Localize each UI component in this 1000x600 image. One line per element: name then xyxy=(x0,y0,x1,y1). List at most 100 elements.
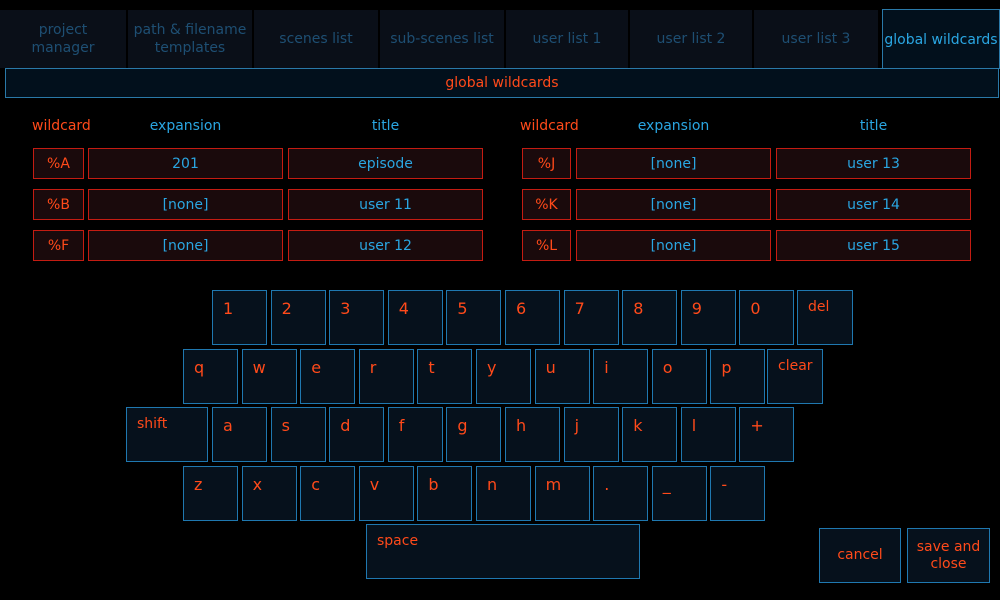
wildcard-expansion-cell[interactable]: [none] xyxy=(576,230,771,261)
tab-label: scenes list xyxy=(279,31,353,47)
key-k[interactable]: k xyxy=(622,407,678,462)
key-3[interactable]: 3 xyxy=(329,290,385,345)
key-w[interactable]: w xyxy=(241,349,297,404)
key-label: e xyxy=(311,358,322,377)
tab-user-list-1[interactable]: user list 1 xyxy=(506,10,628,68)
key-g[interactable]: g xyxy=(446,407,502,462)
key-f[interactable]: f xyxy=(387,407,443,462)
wildcard-key-cell[interactable]: %B xyxy=(33,189,84,220)
key-i[interactable]: i xyxy=(593,349,649,404)
key-q[interactable]: q xyxy=(183,349,238,404)
tab-user-list-2[interactable]: user list 2 xyxy=(630,10,752,68)
key-l[interactable]: l xyxy=(680,407,736,462)
key-label: x xyxy=(252,475,263,494)
tab-bar: project manager path & filename template… xyxy=(0,0,1000,69)
key-label: space xyxy=(377,533,419,549)
key-label: 4 xyxy=(398,299,409,318)
key-v[interactable]: v xyxy=(358,466,414,521)
wildcard-title-cell[interactable]: episode xyxy=(288,148,483,179)
key-m[interactable]: m xyxy=(534,466,590,521)
wildcard-expansion-cell[interactable]: [none] xyxy=(88,230,283,261)
wildcard-title-cell[interactable]: user 13 xyxy=(776,148,971,179)
key-label: del xyxy=(808,299,830,315)
key-label: o xyxy=(662,358,673,377)
space-key[interactable]: space xyxy=(366,524,640,579)
tab-label: user list 1 xyxy=(532,31,602,47)
key-.[interactable]: . xyxy=(593,466,649,521)
key-label: 2 xyxy=(281,299,292,318)
key--[interactable]: - xyxy=(710,466,766,521)
key-b[interactable]: b xyxy=(417,466,473,521)
key-label: h xyxy=(516,416,527,435)
key-label: u xyxy=(545,358,556,377)
key-label: v xyxy=(369,475,380,494)
key-9[interactable]: 9 xyxy=(680,290,736,345)
key-label: k xyxy=(633,416,643,435)
key-d[interactable]: d xyxy=(329,407,385,462)
tab-global-wildcards[interactable]: global wildcards xyxy=(882,9,1000,69)
key-label: j xyxy=(574,416,580,435)
tab-project-manager[interactable]: project manager xyxy=(0,10,126,68)
wildcard-expansion-cell[interactable]: [none] xyxy=(576,189,771,220)
tab-user-list-3[interactable]: user list 3 xyxy=(754,10,878,68)
wildcard-title-cell[interactable]: user 15 xyxy=(776,230,971,261)
key-_[interactable]: _ xyxy=(651,466,707,521)
key-s[interactable]: s xyxy=(270,407,326,462)
wildcard-expansion-cell[interactable]: 201 xyxy=(88,148,283,179)
key-label: w xyxy=(252,358,266,377)
key-6[interactable]: 6 xyxy=(505,290,560,345)
key-x[interactable]: x xyxy=(241,466,297,521)
key-1[interactable]: 1 xyxy=(212,290,267,345)
key-+[interactable]: + xyxy=(739,407,795,462)
shift-key[interactable]: shift xyxy=(126,407,208,462)
tab-path-filename-templates[interactable]: path & filename templates xyxy=(128,10,252,68)
key-7[interactable]: 7 xyxy=(563,290,619,345)
wildcard-title-cell[interactable]: user 12 xyxy=(288,230,483,261)
key-label: 5 xyxy=(457,299,468,318)
key-h[interactable]: h xyxy=(505,407,560,462)
key-n[interactable]: n xyxy=(476,466,531,521)
key-o[interactable]: o xyxy=(651,349,707,404)
wildcard-key-cell[interactable]: %K xyxy=(522,189,571,220)
save-and-close-button[interactable]: save and close xyxy=(907,528,990,583)
key-label: . xyxy=(604,475,610,494)
key-e[interactable]: e xyxy=(300,349,356,404)
key-label: shift xyxy=(137,416,168,432)
wildcard-key-cell[interactable]: %L xyxy=(522,230,571,261)
wildcard-title-cell[interactable]: user 14 xyxy=(776,189,971,220)
cancel-button[interactable]: cancel xyxy=(819,528,901,583)
key-label: 8 xyxy=(633,299,644,318)
key-z[interactable]: z xyxy=(183,466,238,521)
wildcard-key-cell[interactable]: %F xyxy=(33,230,84,261)
key-label: 9 xyxy=(691,299,702,318)
key-r[interactable]: r xyxy=(358,349,414,404)
tab-scenes-list[interactable]: scenes list xyxy=(254,10,378,68)
section-title-bar: global wildcards xyxy=(5,68,999,98)
clear-key[interactable]: clear xyxy=(767,349,823,404)
key-p[interactable]: p xyxy=(710,349,766,404)
key-j[interactable]: j xyxy=(563,407,619,462)
key-a[interactable]: a xyxy=(212,407,267,462)
key-c[interactable]: c xyxy=(300,466,356,521)
tab-sub-scenes-list[interactable]: sub-scenes list xyxy=(380,10,504,68)
key-y[interactable]: y xyxy=(476,349,531,404)
tab-label: project manager xyxy=(31,22,95,56)
key-label: y xyxy=(487,358,497,377)
key-t[interactable]: t xyxy=(417,349,473,404)
key-5[interactable]: 5 xyxy=(446,290,502,345)
key-4[interactable]: 4 xyxy=(387,290,443,345)
wildcard-expansion-cell[interactable]: [none] xyxy=(88,189,283,220)
key-u[interactable]: u xyxy=(534,349,590,404)
wildcard-expansion-cell[interactable]: [none] xyxy=(576,148,771,179)
wildcard-title-cell[interactable]: user 11 xyxy=(288,189,483,220)
key-label: clear xyxy=(778,358,813,374)
key-8[interactable]: 8 xyxy=(622,290,678,345)
tab-label: user list 3 xyxy=(781,31,851,47)
column-header-title: title xyxy=(371,118,400,134)
wildcard-key-cell[interactable]: %J xyxy=(522,148,571,179)
del-key[interactable]: del xyxy=(797,290,853,345)
key-2[interactable]: 2 xyxy=(270,290,326,345)
wildcard-key-cell[interactable]: %A xyxy=(33,148,84,179)
tab-label: global wildcards xyxy=(884,31,998,48)
key-0[interactable]: 0 xyxy=(739,290,795,345)
